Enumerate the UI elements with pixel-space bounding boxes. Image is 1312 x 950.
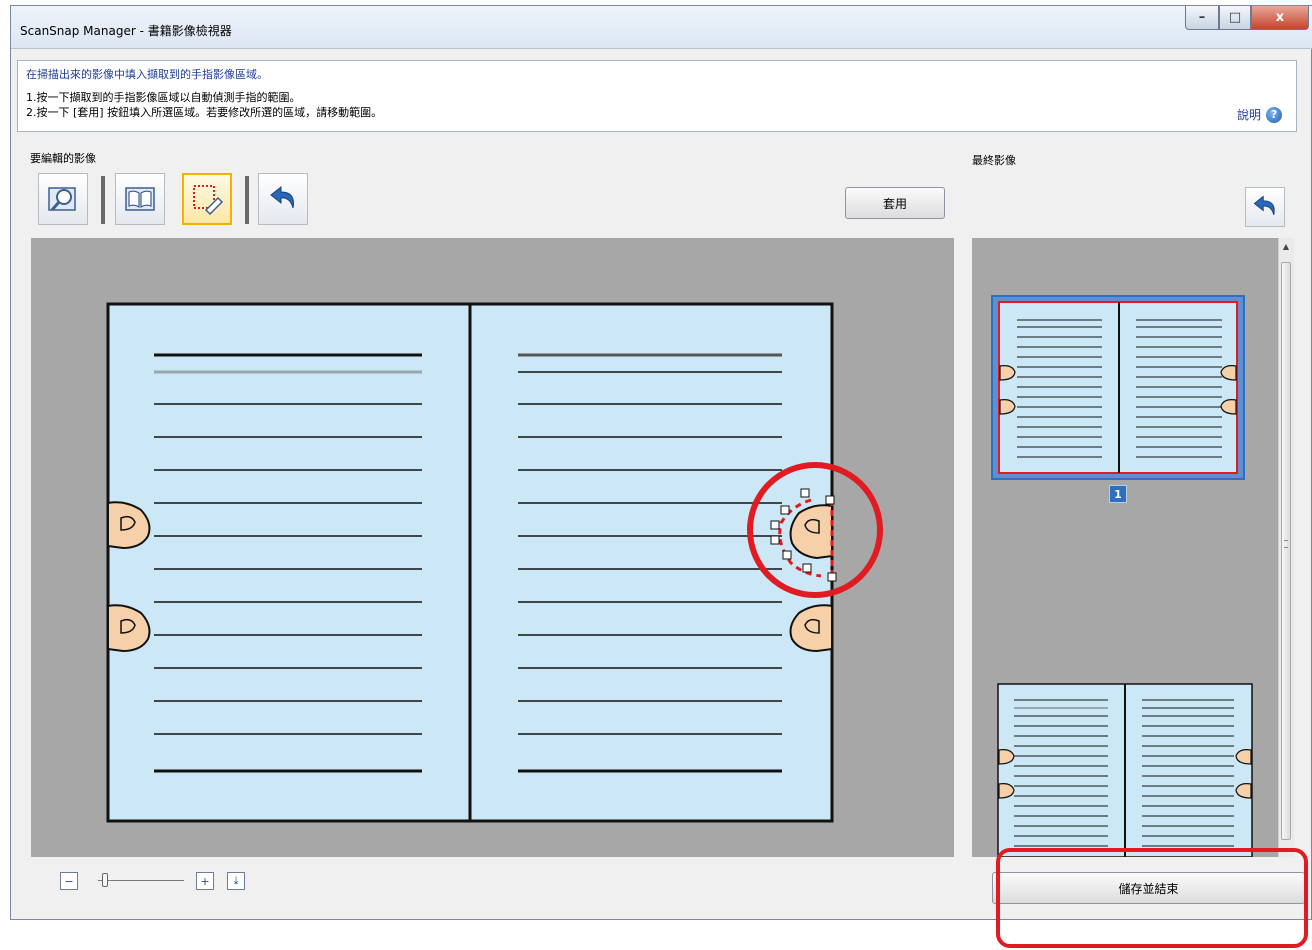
scrollbar-thumb[interactable] [1281, 262, 1291, 840]
magnifier-icon [48, 187, 76, 211]
result-undo-button[interactable] [1245, 187, 1285, 227]
final-image-panel[interactable] [972, 238, 1294, 858]
scroll-up-arrow-icon[interactable]: ▲ [1281, 242, 1291, 251]
zoom-slider-thumb[interactable] [102, 873, 109, 887]
result-thumbnails [991, 295, 1253, 858]
help-label: 說明 [1237, 108, 1262, 122]
final-image-label: 最終影像 [972, 154, 1016, 167]
scanned-book-image [106, 302, 883, 823]
save-button-highlight [996, 848, 1308, 948]
toolbar-separator [101, 176, 105, 224]
maximize-button[interactable]: □ [1219, 6, 1251, 30]
close-button[interactable]: x [1251, 6, 1309, 30]
minimize-button[interactable]: – [1185, 6, 1219, 30]
instruction-step-1: 1.按一下擷取到的手指影像區域以自動偵測手指的範圍。 [26, 91, 301, 104]
edit-image-canvas[interactable] [31, 238, 954, 857]
apply-button[interactable]: 套用 [845, 187, 945, 219]
book-view-tool-button[interactable] [115, 173, 165, 225]
zoom-slider-track[interactable] [98, 880, 184, 881]
open-book-icon [125, 187, 155, 211]
zoom-out-icon[interactable]: − [60, 872, 78, 890]
undo-tool-button[interactable] [258, 173, 308, 225]
undo-arrow-icon [270, 185, 294, 209]
help-icon: ? [1266, 106, 1283, 123]
zoom-in-icon[interactable]: + [196, 872, 214, 890]
toolbar-separator [245, 176, 249, 224]
finger-fill-tool-button[interactable] [182, 173, 232, 225]
magnify-tool-button[interactable] [38, 173, 88, 225]
page-number-badge: 1 [1109, 485, 1127, 503]
help-link[interactable]: 說明 ? [1237, 106, 1283, 123]
fit-page-icon[interactable]: ⤓ [227, 872, 245, 890]
undo-arrow-icon [1253, 195, 1275, 216]
instruction-heading: 在掃描出來的影像中填入擷取到的手指影像區域。 [26, 68, 268, 81]
window-title: ScanSnap Manager - 書籍影像檢視器 [20, 24, 232, 38]
scrollbar-grip [1284, 540, 1288, 548]
dotted-selection-eraser-icon [193, 185, 224, 216]
edit-image-label: 要編輯的影像 [30, 152, 96, 165]
instruction-step-2: 2.按一下 [套用] 按鈕填入所選區域。若要修改所選的區域，請移動範圍。 [26, 106, 383, 119]
